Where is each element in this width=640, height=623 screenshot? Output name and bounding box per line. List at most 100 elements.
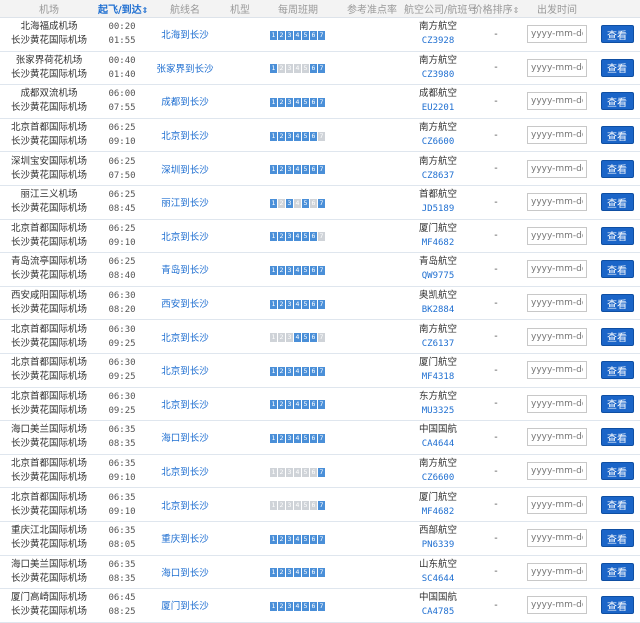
view-button[interactable]: 查看 xyxy=(600,361,634,380)
view-button[interactable]: 查看 xyxy=(600,58,634,77)
flight-number[interactable]: JD5189 xyxy=(404,202,472,216)
flight-number[interactable]: MF4318 xyxy=(404,370,472,384)
flight-number[interactable]: CZ6600 xyxy=(404,135,472,149)
flight-number[interactable]: BK2884 xyxy=(404,303,472,317)
flight-number[interactable]: CA4785 xyxy=(404,605,472,619)
flight-number[interactable]: MU3325 xyxy=(404,404,472,418)
departure-date-input[interactable] xyxy=(527,260,587,279)
header-price-sort[interactable]: 价格排序⇕ xyxy=(472,0,520,18)
route-link[interactable]: 海口到长沙 xyxy=(161,433,209,444)
weekday-active-badge: 5 xyxy=(302,232,309,242)
departure-date-input[interactable] xyxy=(527,193,587,212)
arrival-airport: 长沙黄花国际机场 xyxy=(10,203,87,215)
table-row: 北京首都国际机场 长沙黄花国际机场 06:35 09:10 北京到长沙 1234… xyxy=(0,454,640,489)
route-link[interactable]: 北京到长沙 xyxy=(161,366,209,377)
departure-airport: 北京首都国际机场 xyxy=(10,323,87,335)
departure-date-input[interactable] xyxy=(527,562,587,581)
departure-time: 06:30 xyxy=(108,358,136,369)
route-link[interactable]: 丽江到长沙 xyxy=(161,198,209,209)
flight-number[interactable]: MF4682 xyxy=(404,236,472,250)
flight-number[interactable]: CZ3928 xyxy=(404,34,472,48)
flight-number[interactable]: CZ6600 xyxy=(404,471,472,485)
arrival-time: 07:50 xyxy=(108,170,136,181)
route-link[interactable]: 青岛到长沙 xyxy=(161,265,209,276)
view-button[interactable]: 查看 xyxy=(600,529,634,548)
flight-number[interactable]: PN6339 xyxy=(404,538,472,552)
departure-date-input[interactable] xyxy=(527,25,587,44)
departure-date-input[interactable] xyxy=(527,327,587,346)
view-button[interactable]: 查看 xyxy=(600,260,634,279)
flight-number[interactable]: EU2201 xyxy=(404,101,472,115)
view-button[interactable]: 查看 xyxy=(600,428,634,447)
departure-date-input[interactable] xyxy=(527,529,587,548)
route-link[interactable]: 成都到长沙 xyxy=(161,97,209,108)
header-time-sort[interactable]: 起飞/到达⇕ xyxy=(98,0,148,18)
weekday-active-badge: 7 xyxy=(318,601,325,611)
flight-number[interactable]: CA4644 xyxy=(404,437,472,451)
departure-time: 00:20 xyxy=(108,22,136,33)
date-cell xyxy=(520,185,594,220)
route-link[interactable]: 西安到长沙 xyxy=(161,299,209,310)
departure-date-input[interactable] xyxy=(527,394,587,413)
view-button[interactable]: 查看 xyxy=(600,462,634,481)
action-cell: 查看 xyxy=(594,118,640,153)
flight-number[interactable]: MF4682 xyxy=(404,505,472,519)
departure-airport: 成都双流机场 xyxy=(20,88,78,100)
flight-number[interactable]: QW9775 xyxy=(404,269,472,283)
arrival-time: 09:25 xyxy=(108,372,136,383)
price-cell: - xyxy=(472,84,520,119)
arrival-time: 09:10 xyxy=(108,506,136,517)
route-link[interactable]: 北京到长沙 xyxy=(161,467,209,478)
departure-date-input[interactable] xyxy=(527,159,587,178)
view-button[interactable]: 查看 xyxy=(600,596,634,615)
weekly-schedule: 1234567 xyxy=(256,487,340,522)
departure-date-input[interactable] xyxy=(527,596,587,615)
weekday-inactive-badge: 4 xyxy=(294,467,301,477)
flight-number[interactable]: CZ3980 xyxy=(404,68,472,82)
departure-date-input[interactable] xyxy=(527,361,587,380)
route-link[interactable]: 重庆到长沙 xyxy=(161,534,209,545)
departure-date-input[interactable] xyxy=(527,428,587,447)
departure-date-input[interactable] xyxy=(527,92,587,111)
departure-date-input[interactable] xyxy=(527,294,587,313)
view-button[interactable]: 查看 xyxy=(600,92,634,111)
view-button[interactable]: 查看 xyxy=(600,294,634,313)
departure-date-input[interactable] xyxy=(527,226,587,245)
flight-number[interactable]: CZ6137 xyxy=(404,337,472,351)
view-button[interactable]: 查看 xyxy=(600,159,634,178)
route-link[interactable]: 海口到长沙 xyxy=(161,568,209,579)
view-button[interactable]: 查看 xyxy=(600,495,634,514)
departure-date-input[interactable] xyxy=(527,126,587,145)
arrival-airport: 长沙黄花国际机场 xyxy=(10,572,87,584)
route-link[interactable]: 北海到长沙 xyxy=(161,30,209,41)
departure-date-input[interactable] xyxy=(527,495,587,514)
weekday-inactive-badge: 1 xyxy=(270,501,277,511)
weekday-active-badge: 6 xyxy=(310,232,317,242)
view-button[interactable]: 查看 xyxy=(600,126,634,145)
departure-date-input[interactable] xyxy=(527,462,587,481)
flight-number[interactable]: CZ8637 xyxy=(404,169,472,183)
route-link[interactable]: 北京到长沙 xyxy=(161,131,209,142)
departure-date-input[interactable] xyxy=(527,58,587,77)
view-button[interactable]: 查看 xyxy=(600,562,634,581)
route-link[interactable]: 北京到长沙 xyxy=(161,232,209,243)
view-button[interactable]: 查看 xyxy=(600,327,634,346)
route-link[interactable]: 深圳到长沙 xyxy=(161,165,209,176)
airport-cell: 北京首都国际机场 长沙黄花国际机场 xyxy=(0,487,98,522)
view-button[interactable]: 查看 xyxy=(600,394,634,413)
action-cell: 查看 xyxy=(594,319,640,354)
departure-time: 06:25 xyxy=(108,223,136,234)
route-link[interactable]: 北京到长沙 xyxy=(161,333,209,344)
route-link[interactable]: 张家界到长沙 xyxy=(156,64,213,75)
route-link[interactable]: 北京到长沙 xyxy=(161,501,209,512)
action-cell: 查看 xyxy=(594,151,640,186)
weekly-schedule: 1234567 xyxy=(256,286,340,321)
flight-number[interactable]: SC4644 xyxy=(404,572,472,586)
view-button[interactable]: 查看 xyxy=(600,193,634,212)
route-link[interactable]: 厦门到长沙 xyxy=(161,601,209,612)
route-link[interactable]: 北京到长沙 xyxy=(161,400,209,411)
view-button[interactable]: 查看 xyxy=(600,25,634,44)
airline-cell: 南方航空 CZ6600 xyxy=(404,118,472,153)
airline-cell: 厦门航空 MF4682 xyxy=(404,487,472,522)
view-button[interactable]: 查看 xyxy=(600,226,634,245)
